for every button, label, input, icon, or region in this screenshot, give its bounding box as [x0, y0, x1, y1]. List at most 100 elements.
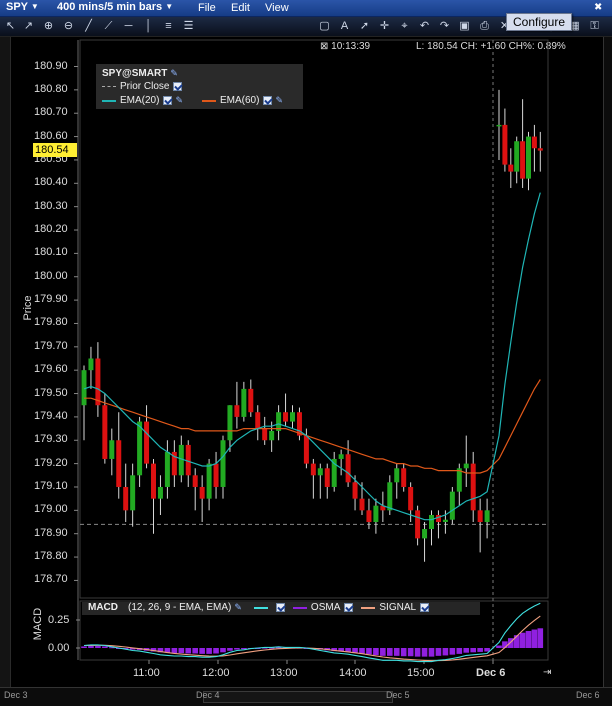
osma-bar: [220, 648, 226, 653]
osma-bar: [449, 648, 456, 655]
candle-body: [408, 486, 414, 511]
candle-body: [484, 510, 490, 523]
osma-bar: [213, 648, 219, 654]
osma-checkbox[interactable]: [344, 603, 354, 612]
candle-body: [502, 124, 508, 165]
fib-tool-icon[interactable]: ☰: [182, 20, 195, 33]
time-tick: 13:00: [270, 667, 298, 679]
wrench-icon[interactable]: ✎: [275, 95, 283, 106]
osma-bar: [178, 648, 185, 654]
symbol-selector[interactable]: SPY ▼: [6, 1, 39, 13]
signal-checkbox[interactable]: [420, 603, 430, 612]
candle-body: [310, 463, 316, 476]
search-icon[interactable]: ⊕: [42, 20, 55, 33]
candle-body: [422, 529, 428, 539]
candle-body: [206, 463, 212, 499]
zoom-out-icon[interactable]: ⊖: [62, 20, 75, 33]
save-icon[interactable]: ▣: [458, 20, 471, 33]
legend-prior-close-label: Prior Close: [120, 81, 170, 92]
time-tick-date: Dec 6: [476, 667, 506, 679]
dashed-line-icon: [102, 86, 116, 87]
candle-body: [227, 405, 233, 441]
candle-body: [151, 463, 156, 499]
price-tick-label: 180.40: [34, 176, 68, 189]
lock-icon[interactable]: ⚿: [588, 20, 601, 33]
hline-tool-icon[interactable]: ─: [122, 20, 135, 33]
macd-axis-title: MACD: [32, 607, 44, 641]
timeframe-text: 400 mins/5 min bars: [57, 1, 163, 13]
candle-body: [324, 468, 330, 487]
osma-bar: [400, 648, 407, 657]
candle-body: [137, 421, 143, 476]
menu-view[interactable]: View: [265, 2, 289, 14]
arrow-tool-icon[interactable]: ➚: [358, 20, 371, 33]
osma-bar: [463, 648, 470, 653]
candle-body: [192, 475, 198, 487]
candle-body: [470, 463, 476, 511]
nav-label: Dec 6: [576, 690, 600, 700]
osma-bar: [95, 646, 101, 648]
timeframe-selector[interactable]: 400 mins/5 min bars ▼: [57, 1, 173, 13]
vline-tool-icon[interactable]: │: [142, 20, 155, 33]
candle-body: [352, 482, 358, 499]
line-tool-icon[interactable]: ╱: [82, 20, 95, 33]
ema20-checkbox[interactable]: [163, 96, 173, 105]
cursor-icon[interactable]: ↗: [22, 20, 35, 33]
price-tick-label: 178.80: [34, 550, 68, 563]
candle-body: [526, 136, 531, 179]
pointer-icon[interactable]: ↖: [4, 20, 17, 33]
macd-title: MACD: [88, 602, 118, 613]
legend-ema20: EMA(20) ✎: [102, 95, 183, 106]
ema60-checkbox[interactable]: [263, 96, 273, 105]
price-tick-label: 180.10: [34, 246, 68, 259]
candle-body: [269, 430, 275, 441]
redo-icon[interactable]: ↷: [438, 20, 451, 33]
osma-bar: [102, 646, 108, 648]
time-tick: 14:00: [339, 667, 367, 679]
text-tool-icon[interactable]: A: [338, 20, 351, 33]
crosshair-icon[interactable]: ✛: [378, 20, 391, 33]
osma-bar: [442, 648, 449, 656]
candle-body: [116, 440, 122, 487]
candle-body: [199, 486, 205, 499]
macd-line-checkbox[interactable]: [275, 603, 285, 612]
price-tick-label: 178.90: [34, 526, 68, 539]
candle-body: [442, 519, 448, 523]
candle-body: [123, 486, 129, 511]
scroll-right-icon[interactable]: ⇥: [543, 667, 551, 678]
candle-body: [373, 505, 379, 523]
close-icon[interactable]: ✖: [594, 2, 602, 13]
candle-body: [262, 428, 268, 441]
channel-tool-icon[interactable]: ≡: [162, 20, 175, 33]
macd-tick: 0.00: [48, 642, 70, 654]
osma-bar: [206, 648, 212, 654]
candle-body: [429, 515, 434, 530]
osma-bar: [477, 648, 483, 652]
wrench-icon[interactable]: ✎: [170, 68, 178, 79]
price-tick-label: 178.70: [34, 573, 68, 586]
osma-label: OSMA: [310, 602, 341, 613]
candle-body: [387, 482, 393, 511]
wrench-icon[interactable]: ✎: [175, 95, 183, 106]
print-icon[interactable]: ⎙: [478, 20, 491, 33]
navigator-thumb[interactable]: [203, 691, 393, 703]
candle-body: [241, 388, 247, 417]
prior-close-checkbox[interactable]: [173, 82, 183, 91]
time-tick: 15:00: [407, 667, 435, 679]
undo-icon[interactable]: ↶: [418, 20, 431, 33]
menu-edit[interactable]: Edit: [231, 2, 250, 14]
price-tick-label: 180.90: [34, 59, 68, 72]
trend-tool-icon[interactable]: ⟋: [102, 20, 115, 33]
box-tool-icon[interactable]: ▢: [318, 20, 331, 33]
wrench-icon[interactable]: ✎: [234, 602, 242, 613]
candle-body: [234, 405, 240, 417]
price-chart[interactable]: [0, 37, 612, 687]
time-navigator[interactable]: Dec 3 Dec 4 Dec 5 Dec 6: [0, 687, 612, 706]
chart-legend: SPY@SMART ✎ Prior Close EMA(20) ✎ EMA(60…: [96, 64, 303, 109]
osma-bar: [414, 648, 421, 657]
menu-file[interactable]: File: [198, 2, 216, 14]
ema20-swatch: [102, 99, 116, 102]
price-tick-label: 179.40: [34, 409, 68, 422]
magnet-icon[interactable]: ⌖: [398, 20, 411, 33]
legend-symbol: SPY@SMART: [102, 68, 168, 79]
